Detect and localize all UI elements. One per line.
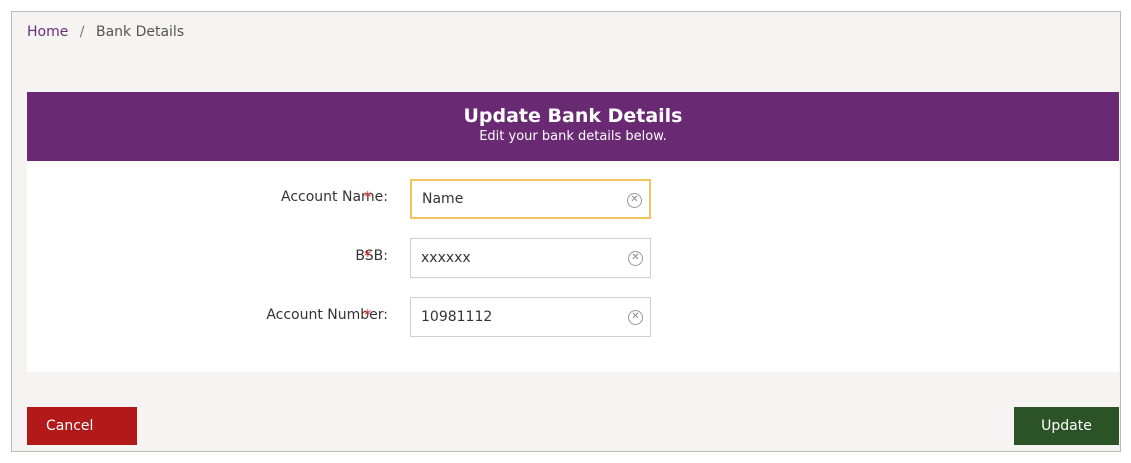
bsb-input[interactable] [421, 239, 621, 277]
panel-header: Update Bank Details Edit your bank detai… [27, 92, 1119, 161]
panel-subtitle: Edit your bank details below. [479, 129, 667, 144]
account-name-input[interactable] [422, 181, 622, 217]
breadcrumb: Home / Bank Details [27, 24, 184, 40]
form-row-bsb: BSB: * ✕ [27, 238, 1119, 278]
bsb-field: ✕ [410, 238, 651, 278]
account-number-label: Account Number: [266, 307, 388, 323]
required-indicator: * [364, 306, 372, 324]
clear-icon[interactable]: ✕ [628, 251, 643, 266]
required-indicator: * [364, 247, 372, 265]
breadcrumb-separator: / [79, 24, 85, 40]
breadcrumb-home-link[interactable]: Home [27, 24, 68, 40]
account-name-label: Account Name: [281, 189, 388, 205]
account-number-input[interactable] [421, 298, 621, 336]
bank-details-form: Account Name: * ✕ BSB: * ✕ Account Numbe… [27, 161, 1119, 372]
cancel-button[interactable]: Cancel [27, 407, 137, 445]
panel-title: Update Bank Details [463, 105, 683, 127]
update-button[interactable]: Update [1014, 407, 1119, 445]
account-number-field: ✕ [410, 297, 651, 337]
clear-icon[interactable]: ✕ [627, 193, 642, 208]
form-row-account-name: Account Name: * ✕ [27, 179, 1119, 219]
bsb-label: BSB: [355, 248, 388, 264]
account-name-field: ✕ [410, 179, 651, 219]
clear-icon[interactable]: ✕ [628, 310, 643, 325]
required-indicator: * [364, 188, 372, 206]
form-row-account-number: Account Number: * ✕ [27, 297, 1119, 337]
page-frame: Home / Bank Details Update Bank Details … [11, 11, 1121, 452]
breadcrumb-current: Bank Details [95, 24, 185, 40]
